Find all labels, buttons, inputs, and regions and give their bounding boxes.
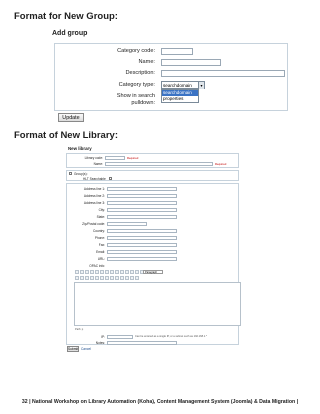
new-library-title: New library — [68, 146, 92, 151]
copy-icon[interactable] — [125, 270, 129, 274]
submit-button[interactable]: Submit — [67, 346, 79, 352]
bullet-list-icon[interactable] — [75, 276, 79, 280]
country-label: Country: — [92, 229, 105, 233]
new-group-heading: Format for New Group: — [14, 11, 118, 22]
address3-label: Address line 3: — [83, 201, 105, 205]
state-label: State: — [96, 215, 105, 219]
library-code-input[interactable] — [105, 156, 125, 160]
category-code-input[interactable] — [161, 48, 193, 55]
option-properties[interactable]: properties — [162, 96, 198, 102]
zip-input[interactable] — [107, 222, 147, 226]
indent-icon[interactable] — [90, 276, 94, 280]
library-code-section: Library code: Required Name: Required — [66, 153, 239, 168]
chevron-down-icon[interactable]: ▾ — [198, 82, 204, 89]
notes-input[interactable] — [107, 341, 177, 345]
undo-icon[interactable] — [135, 270, 139, 274]
justify-icon[interactable] — [115, 270, 119, 274]
fax-label: Fax: — [98, 243, 105, 247]
sub-icon[interactable] — [115, 276, 119, 280]
editor-path: Path: p — [75, 328, 84, 331]
category-code-label: Category code: — [117, 48, 155, 54]
zip-label: Zip/Postal code: — [82, 222, 105, 226]
address2-input[interactable] — [107, 194, 177, 198]
description-label: Description: — [125, 70, 155, 76]
save-icon[interactable] — [75, 270, 79, 274]
library-name-input[interactable] — [105, 162, 213, 166]
url-label: URL: — [97, 257, 105, 261]
address1-label: Address line 1: — [83, 187, 105, 191]
opac-info-editor[interactable] — [74, 282, 241, 326]
cut-icon[interactable] — [120, 270, 124, 274]
state-input[interactable] — [107, 215, 177, 219]
strikethrough-icon[interactable] — [95, 270, 99, 274]
address-section: Address line 1: Address line 2: Address … — [66, 183, 241, 345]
phone-label: Phone: — [94, 236, 105, 240]
add-group-title: Add group — [52, 30, 88, 37]
category-type-select[interactable]: searchdomain ▾ — [161, 81, 205, 89]
hr-icon[interactable] — [110, 276, 114, 280]
outdent-icon[interactable] — [85, 276, 89, 280]
align-right-icon[interactable] — [110, 270, 114, 274]
description-input[interactable] — [161, 70, 285, 77]
help-icon[interactable] — [135, 276, 139, 280]
url-input[interactable] — [107, 257, 177, 261]
opac-info-label: OPAC info: — [89, 264, 105, 268]
email-label: Email: — [96, 250, 105, 254]
name-label: Name: — [138, 59, 155, 65]
cancel-link[interactable]: Cancel — [81, 347, 91, 351]
new-library-screenshot: New library Library code: Required Name:… — [63, 145, 241, 355]
align-center-icon[interactable] — [105, 270, 109, 274]
bold-icon[interactable] — [80, 270, 84, 274]
ip-input[interactable] — [107, 335, 133, 339]
groups-section: Group(s): HLT Searchable — [66, 170, 239, 181]
groups-checkbox[interactable] — [69, 172, 72, 175]
city-input[interactable] — [107, 208, 177, 212]
library-name-label: Name: — [93, 162, 103, 166]
add-group-form: Category code: Name: Description: Catego… — [54, 43, 288, 111]
page-footer: 32 | National Workshop on Library Automa… — [21, 399, 299, 405]
underline-icon[interactable] — [90, 270, 94, 274]
country-input[interactable] — [107, 229, 177, 233]
new-library-heading: Format of New Library: — [14, 130, 118, 141]
required-note-2: Required — [215, 162, 227, 166]
required-note: Required — [127, 156, 139, 160]
italic-icon[interactable] — [85, 270, 89, 274]
city-label: City: — [98, 208, 105, 212]
name-input[interactable] — [161, 59, 221, 66]
add-group-screenshot: Add group Category code: Name: Descripti… — [40, 26, 290, 122]
ip-label: IP: — [101, 335, 105, 339]
image-icon[interactable] — [95, 276, 99, 280]
table-icon[interactable] — [100, 276, 104, 280]
update-button[interactable]: Update — [58, 113, 84, 122]
show-in-search-label: Show in search — [116, 93, 155, 99]
hlt-searchable-label: HLT Searchable — [83, 177, 106, 181]
hlt-searchable-checkbox[interactable] — [109, 177, 112, 180]
address1-input[interactable] — [107, 187, 177, 191]
editor-toolbar-row-2 — [75, 276, 139, 281]
category-type-dropdown[interactable]: searchdomain properties — [161, 89, 199, 103]
ip-hint: Can be entered as a single IP, or a subn… — [135, 335, 207, 338]
fax-input[interactable] — [107, 243, 177, 247]
address3-input[interactable] — [107, 201, 177, 205]
paragraph-select[interactable]: Paragraph — [143, 270, 163, 274]
address2-label: Address line 2: — [83, 194, 105, 198]
charmap-icon[interactable] — [125, 276, 129, 280]
sup-icon[interactable] — [120, 276, 124, 280]
clean-icon[interactable] — [130, 276, 134, 280]
notes-label: Notes: — [95, 341, 105, 345]
email-input[interactable] — [107, 250, 177, 254]
pulldown-label: pulldown: — [131, 100, 155, 106]
paste-icon[interactable] — [130, 270, 134, 274]
library-code-label: Library code: — [84, 156, 103, 160]
category-type-selected: searchdomain — [163, 83, 192, 88]
phone-input[interactable] — [107, 236, 177, 240]
numbered-list-icon[interactable] — [80, 276, 84, 280]
code-icon[interactable] — [105, 276, 109, 280]
category-type-label: Category type: — [118, 82, 155, 88]
align-left-icon[interactable] — [100, 270, 104, 274]
groups-label: Group(s): — [74, 172, 88, 176]
